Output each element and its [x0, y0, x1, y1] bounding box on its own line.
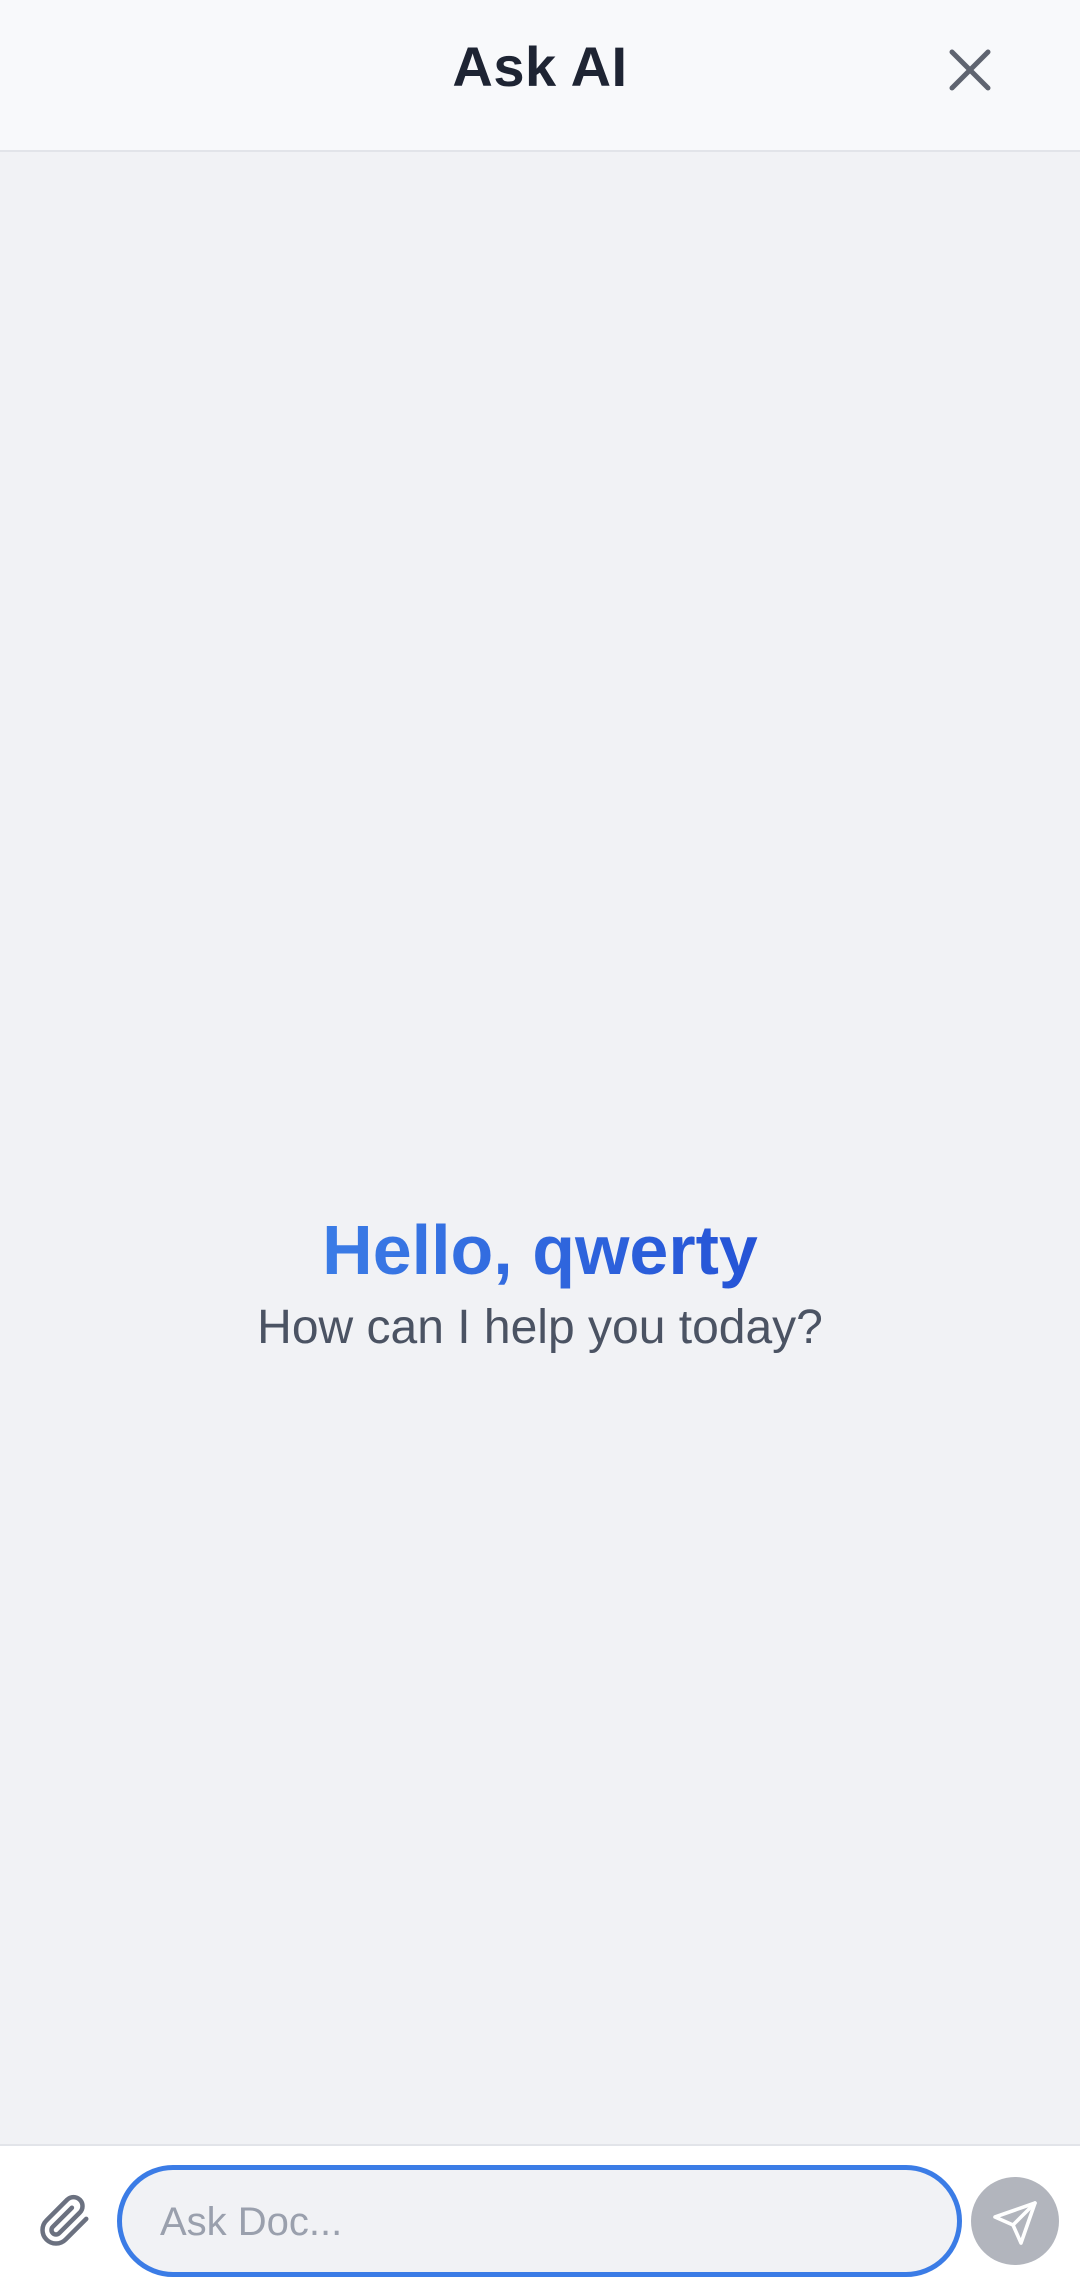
header-bar: Ask AI	[0, 0, 1080, 152]
composer-bar	[0, 2144, 1080, 2293]
close-icon	[949, 49, 991, 91]
greeting-title: Hello, qwerty	[322, 1208, 758, 1292]
greeting-subtitle: How can I help you today?	[257, 1301, 823, 1354]
send-button[interactable]	[971, 2177, 1059, 2265]
attach-button[interactable]	[38, 2194, 92, 2248]
message-input-wrapper[interactable]	[117, 2165, 962, 2277]
message-input[interactable]	[158, 2170, 922, 2274]
greeting: Hello, qwerty How can I help you today?	[0, 1208, 1080, 1358]
chat-area: Hello, qwerty How can I help you today?	[0, 152, 1080, 2144]
send-icon	[993, 2201, 1037, 2245]
ask-ai-screen: Ask AI Hello, qwerty How can I help you …	[0, 0, 1080, 2293]
paperclip-icon	[40, 2194, 89, 2246]
page-title: Ask AI	[452, 35, 628, 98]
close-button[interactable]	[940, 40, 1000, 100]
